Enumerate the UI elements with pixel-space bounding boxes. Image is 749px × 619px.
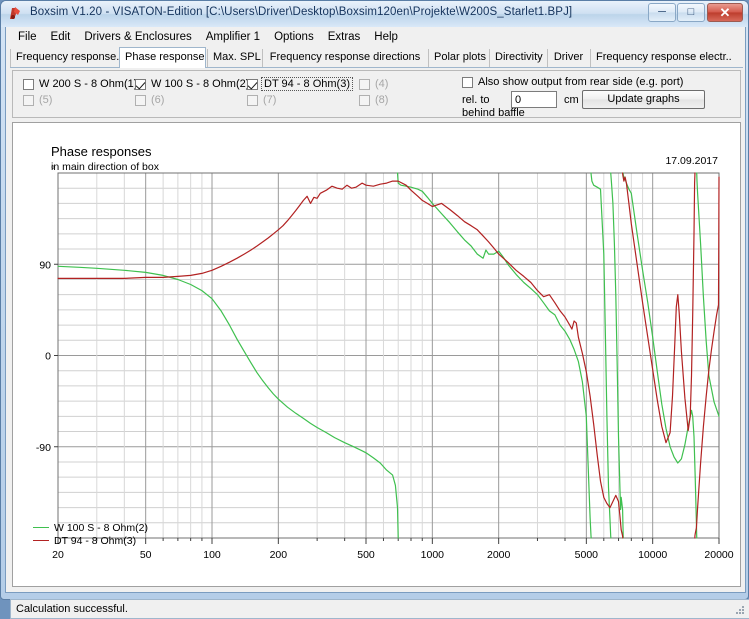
menu-item-edit[interactable]: Edit	[44, 30, 78, 44]
driver-checkbox-label-1: W 200 S - 8 Ohm(1)	[39, 78, 138, 90]
close-button[interactable]: ✕	[707, 3, 743, 22]
tab-driver[interactable]: Driver	[547, 49, 589, 67]
menu-item-amplifier-1[interactable]: Amplifier 1	[199, 30, 267, 44]
svg-text:0: 0	[45, 351, 51, 363]
svg-text:2000: 2000	[487, 549, 511, 561]
tab-strip: Frequency response. Phase response Max. SP…	[10, 47, 743, 68]
application-window: Boxsim V1.20 - VISATON-Edition [C:\Users…	[0, 0, 749, 619]
tab-frequency-response-electr[interactable]: Frequency response electr..	[590, 49, 732, 67]
svg-text:-90: -90	[36, 442, 51, 454]
driver-checkbox-row-8[interactable]: (8)	[359, 93, 388, 107]
svg-text:200: 200	[270, 549, 288, 561]
tab-directivity[interactable]: Directivity	[489, 49, 546, 67]
driver-checkbox-row-7[interactable]: (7)	[247, 93, 276, 107]
driver-checkbox-3[interactable]	[247, 78, 258, 90]
phase-response-plot: 90 0 -90 20 50 100 200 500 1000 2000 5000 10000 2000…	[36, 172, 734, 561]
svg-text:10000: 10000	[638, 549, 667, 561]
menu-item-help[interactable]: Help	[367, 30, 405, 44]
driver-checkbox-label-5: (5)	[39, 94, 53, 106]
maximize-button[interactable]: □	[677, 3, 705, 22]
rel-to-input[interactable]	[511, 91, 557, 108]
legend-label-2: DT 94 - 8 Ohm(3)	[54, 534, 137, 547]
rel-to-label: rel. to	[462, 94, 490, 106]
title-bar[interactable]: Boxsim V1.20 - VISATON-Edition [C:\Users…	[1, 1, 748, 27]
svg-text:50: 50	[140, 549, 152, 561]
chart-panel: Phase responses in main direction of box…	[12, 122, 741, 587]
driver-checkbox-label-3: DT 94 - 8 Ohm(3)	[261, 77, 353, 91]
update-graphs-button[interactable]: Update graphs	[582, 90, 705, 109]
tab-max-spl[interactable]: Max. SPL	[207, 49, 261, 67]
svg-text:5000: 5000	[575, 549, 599, 561]
rear-side-checkbox-row[interactable]: Also show output from rear side (e.g. po…	[462, 76, 683, 88]
svg-text:1000: 1000	[421, 549, 445, 561]
status-bar: Calculation successful.	[10, 599, 749, 619]
minimize-icon: ─	[658, 6, 666, 18]
cm-unit-label: cm	[564, 94, 579, 106]
driver-checkbox-label-6: (6)	[151, 94, 165, 106]
svg-text:100: 100	[203, 549, 221, 561]
legend-entry-2: DT 94 - 8 Ohm(3)	[33, 534, 148, 547]
menu-item-options[interactable]: Options	[267, 30, 321, 44]
maximize-icon: □	[687, 6, 695, 18]
rear-side-label: Also show output from rear side (e.g. po…	[478, 76, 684, 88]
tab-phase-response[interactable]: Phase response	[119, 47, 206, 68]
driver-checkbox-label-7: (7)	[263, 94, 277, 106]
legend-entry-1: W 100 S - 8 Ohm(2)	[33, 521, 148, 534]
status-text: Calculation successful.	[16, 603, 128, 615]
driver-checkbox-label-4: (4)	[375, 78, 389, 90]
menu-item-file[interactable]: File	[11, 30, 44, 44]
driver-checkbox-row-5[interactable]: (5)	[23, 93, 52, 107]
driver-checkbox-row-3[interactable]: DT 94 - 8 Ohm(3)	[247, 77, 353, 91]
driver-checkbox-label-2: W 100 S - 8 Ohm(2)	[151, 78, 250, 90]
window-title: Boxsim V1.20 - VISATON-Edition [C:\Users…	[30, 6, 573, 18]
driver-selection-panel: Also show output from rear side (e.g. po…	[12, 70, 741, 119]
svg-text:20: 20	[52, 549, 64, 561]
client-area: File Edit Drivers & Enclosures Amplifier 1O…	[5, 27, 749, 619]
legend-label-1: W 100 S - 8 Ohm(2)	[54, 521, 148, 534]
boxsim-app-icon	[10, 7, 20, 19]
driver-checkbox-4	[359, 78, 370, 90]
chart-legend: W 100 S - 8 Ohm(2) DT 94 - 8 Ohm(3)	[33, 521, 148, 547]
close-icon: ✕	[719, 5, 731, 20]
menu-item-extras[interactable]: Extras	[321, 30, 368, 44]
svg-text:20000: 20000	[704, 549, 733, 561]
behind-baffle-label: behind baffle	[462, 107, 525, 119]
tab-frequency-response-directions[interactable]: Frequency response directions	[262, 49, 427, 67]
driver-checkbox-2[interactable]	[135, 78, 146, 90]
driver-checkbox-5	[23, 94, 34, 106]
driver-checkbox-row-6[interactable]: (6)	[135, 93, 164, 107]
menu-bar: File Edit Drivers & Enclosures Amplifier 1O…	[6, 27, 745, 46]
minimize-button[interactable]: ─	[648, 3, 676, 22]
legend-line-icon-1	[33, 527, 49, 528]
svg-text:90: 90	[39, 259, 51, 271]
tab-polar-plots[interactable]: Polar plots	[428, 49, 488, 67]
resize-grip-icon[interactable]	[733, 603, 745, 615]
driver-checkbox-row-1[interactable]: W 200 S - 8 Ohm(1)	[23, 77, 137, 91]
driver-checkbox-6	[135, 94, 146, 106]
driver-checkbox-row-4[interactable]: (4)	[359, 77, 388, 91]
rear-side-checkbox[interactable]	[462, 76, 473, 88]
driver-checkbox-7	[247, 94, 258, 106]
driver-checkbox-label-8: (8)	[375, 94, 389, 106]
menu-item-drivers-enclosures[interactable]: Drivers & Enclosures	[77, 30, 198, 44]
svg-text:500: 500	[357, 549, 375, 561]
driver-checkbox-8	[359, 94, 370, 106]
legend-line-icon-2	[33, 540, 49, 541]
driver-checkbox-1[interactable]	[23, 78, 34, 90]
driver-checkbox-row-2[interactable]: W 100 S - 8 Ohm(2)	[135, 77, 249, 91]
tab-frequency-response[interactable]: Frequency response.	[10, 49, 119, 67]
